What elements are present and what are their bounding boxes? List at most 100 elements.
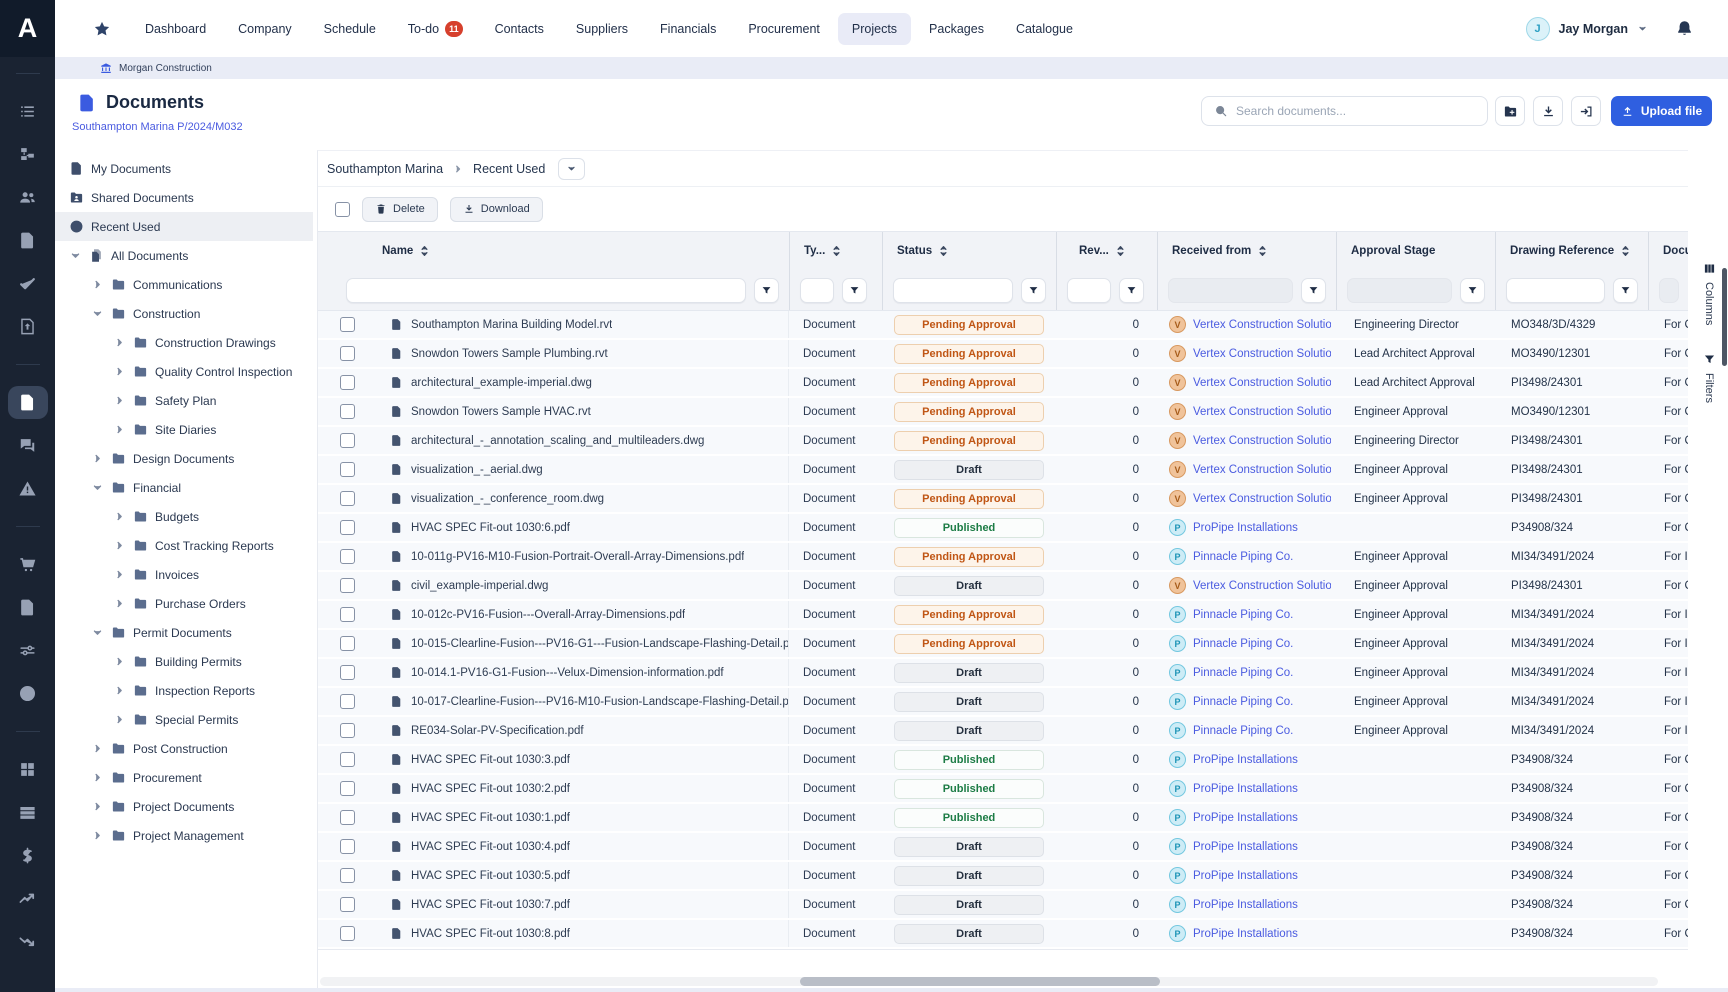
vendor-link[interactable]: Vertex Construction Solutions bbox=[1193, 377, 1331, 389]
horizontal-scrollbar[interactable] bbox=[320, 977, 1658, 986]
sort-icon[interactable] bbox=[938, 243, 949, 259]
table-row[interactable]: HVAC SPEC Fit-out 1030:2.pdf Document Pu… bbox=[318, 775, 1688, 804]
filter-funnel-button[interactable] bbox=[1301, 278, 1326, 303]
tree-item-cost-tracking-reports[interactable]: Cost Tracking Reports bbox=[55, 531, 313, 560]
row-checkbox[interactable] bbox=[340, 694, 355, 709]
table-row[interactable]: 10-012c-PV16-Fusion---Overall-Array-Dime… bbox=[318, 601, 1688, 630]
tree-item-site-diaries[interactable]: Site Diaries bbox=[55, 415, 313, 444]
table-row[interactable]: architectural_example-imperial.dwg Docum… bbox=[318, 369, 1688, 398]
tree-item-my-documents[interactable]: My Documents bbox=[55, 154, 313, 183]
tree-item-permit-documents[interactable]: Permit Documents bbox=[55, 618, 313, 647]
vendor-link[interactable]: Vertex Construction Solutions bbox=[1193, 580, 1331, 592]
filter-funnel-button[interactable] bbox=[1021, 278, 1046, 303]
file-name[interactable]: HVAC SPEC Fit-out 1030:3.pdf bbox=[411, 754, 570, 766]
table-row[interactable]: civil_example-imperial.dwg Document Draf… bbox=[318, 572, 1688, 601]
table-row[interactable]: 10-015-Clearline-Fusion---PV16-G1---Fusi… bbox=[318, 630, 1688, 659]
table-row[interactable]: HVAC SPEC Fit-out 1030:6.pdf Document Pu… bbox=[318, 514, 1688, 543]
tree-item-inspection-reports[interactable]: Inspection Reports bbox=[55, 676, 313, 705]
vendor-link[interactable]: ProPipe Installations bbox=[1193, 754, 1298, 766]
column-header-approval-stage[interactable]: Approval Stage bbox=[1336, 232, 1495, 270]
nav-item-financials[interactable]: Financials bbox=[646, 13, 730, 45]
column-header-status[interactable]: Status bbox=[882, 232, 1056, 270]
table-row[interactable]: 10-014.1-PV16-G1-Fusion---Velux-Dimensio… bbox=[318, 659, 1688, 688]
nav-item-company[interactable]: Company bbox=[224, 13, 306, 45]
rail-item-dollar[interactable] bbox=[0, 834, 55, 877]
app-logo[interactable]: A bbox=[0, 0, 55, 57]
filter-funnel-button[interactable] bbox=[1460, 278, 1485, 303]
tree-item-construction[interactable]: Construction bbox=[55, 299, 313, 328]
select-all-checkbox[interactable] bbox=[335, 202, 350, 217]
table-row[interactable]: HVAC SPEC Fit-out 1030:3.pdf Document Pu… bbox=[318, 746, 1688, 775]
tree-item-purchase-orders[interactable]: Purchase Orders bbox=[55, 589, 313, 618]
rail-item-doc[interactable] bbox=[0, 219, 55, 262]
download-button[interactable]: Download bbox=[450, 197, 543, 222]
table-row[interactable]: RE034-Solar-PV-Specification.pdf Documen… bbox=[318, 717, 1688, 746]
breadcrumb-dropdown-button[interactable] bbox=[558, 158, 585, 180]
vendor-link[interactable]: Vertex Construction Solutions bbox=[1193, 348, 1331, 360]
notifications-bell-icon[interactable] bbox=[1675, 19, 1694, 38]
row-checkbox[interactable] bbox=[340, 346, 355, 361]
vendor-link[interactable]: Vertex Construction Solutions bbox=[1193, 319, 1331, 331]
file-name[interactable]: RE034-Solar-PV-Specification.pdf bbox=[411, 725, 584, 737]
tree-item-design-documents[interactable]: Design Documents bbox=[55, 444, 313, 473]
filter-funnel-button[interactable] bbox=[842, 278, 867, 303]
vendor-link[interactable]: Vertex Construction Solutions bbox=[1193, 435, 1331, 447]
tree-item-recent-used[interactable]: Recent Used bbox=[55, 212, 313, 241]
table-row[interactable]: Snowdon Towers Sample HVAC.rvt Document … bbox=[318, 398, 1688, 427]
vertical-scrollbar-thumb[interactable] bbox=[1722, 268, 1727, 366]
file-name[interactable]: 10-011g-PV16-M10-Fusion-Portrait-Overall… bbox=[411, 551, 744, 563]
row-checkbox[interactable] bbox=[340, 636, 355, 651]
tree-item-invoices[interactable]: Invoices bbox=[55, 560, 313, 589]
table-row[interactable]: Southampton Marina Building Model.rvt Do… bbox=[318, 311, 1688, 340]
table-row[interactable]: HVAC SPEC Fit-out 1030:7.pdf Document Dr… bbox=[318, 891, 1688, 920]
filter-input[interactable] bbox=[893, 278, 1013, 303]
nav-item-packages[interactable]: Packages bbox=[915, 13, 998, 45]
row-checkbox[interactable] bbox=[340, 839, 355, 854]
rail-item-warning[interactable] bbox=[0, 467, 55, 510]
vendor-link[interactable]: ProPipe Installations bbox=[1193, 870, 1298, 882]
rail-item-trend-down[interactable] bbox=[0, 920, 55, 963]
documents-search[interactable] bbox=[1201, 96, 1488, 126]
filter-input[interactable] bbox=[1347, 278, 1452, 303]
export-button[interactable] bbox=[1571, 96, 1601, 126]
rail-item-doc[interactable] bbox=[0, 381, 55, 424]
file-name[interactable]: Snowdon Towers Sample HVAC.rvt bbox=[411, 406, 591, 418]
nav-item-procurement[interactable]: Procurement bbox=[734, 13, 834, 45]
file-name[interactable]: HVAC SPEC Fit-out 1030:2.pdf bbox=[411, 783, 570, 795]
filter-input[interactable] bbox=[1659, 278, 1679, 303]
table-row[interactable]: HVAC SPEC Fit-out 1030:1.pdf Document Pu… bbox=[318, 804, 1688, 833]
tree-item-shared-documents[interactable]: Shared Documents bbox=[55, 183, 313, 212]
row-checkbox[interactable] bbox=[340, 926, 355, 941]
vendor-link[interactable]: ProPipe Installations bbox=[1193, 522, 1298, 534]
file-name[interactable]: visualization_-_conference_room.dwg bbox=[411, 493, 604, 505]
new-folder-button[interactable] bbox=[1495, 96, 1525, 126]
row-checkbox[interactable] bbox=[340, 752, 355, 767]
rail-item-rows[interactable] bbox=[0, 791, 55, 834]
table-row[interactable]: Snowdon Towers Sample Plumbing.rvt Docum… bbox=[318, 340, 1688, 369]
rail-item-check[interactable] bbox=[0, 262, 55, 305]
vendor-link[interactable]: ProPipe Installations bbox=[1193, 928, 1298, 940]
row-checkbox[interactable] bbox=[340, 491, 355, 506]
breadcrumb-parent[interactable]: Southampton Marina bbox=[327, 162, 443, 176]
rail-item-users[interactable] bbox=[0, 176, 55, 219]
rail-item-cart[interactable] bbox=[0, 543, 55, 586]
favourites-star-icon[interactable] bbox=[93, 20, 111, 38]
file-name[interactable]: 10-015-Clearline-Fusion---PV16-G1---Fusi… bbox=[411, 638, 788, 650]
file-name[interactable]: architectural_-_annotation_scaling_and_m… bbox=[411, 435, 704, 447]
row-checkbox[interactable] bbox=[340, 723, 355, 738]
file-name[interactable]: HVAC SPEC Fit-out 1030:4.pdf bbox=[411, 841, 570, 853]
tree-item-project-documents[interactable]: Project Documents bbox=[55, 792, 313, 821]
sort-icon[interactable] bbox=[1620, 243, 1631, 259]
tree-item-project-management[interactable]: Project Management bbox=[55, 821, 313, 850]
vendor-link[interactable]: ProPipe Installations bbox=[1193, 783, 1298, 795]
rail-item-grid[interactable] bbox=[0, 748, 55, 791]
rail-item-list[interactable] bbox=[0, 90, 55, 133]
file-name[interactable]: architectural_example-imperial.dwg bbox=[411, 377, 592, 389]
vendor-link[interactable]: Pinnacle Piping Co. bbox=[1193, 609, 1293, 621]
file-name[interactable]: visualization_-_aerial.dwg bbox=[411, 464, 543, 476]
rail-item-file-upload[interactable] bbox=[0, 305, 55, 348]
row-checkbox[interactable] bbox=[340, 549, 355, 564]
nav-item-to-do[interactable]: To-do 11 bbox=[394, 12, 477, 46]
nav-item-suppliers[interactable]: Suppliers bbox=[562, 13, 642, 45]
row-checkbox[interactable] bbox=[340, 781, 355, 796]
